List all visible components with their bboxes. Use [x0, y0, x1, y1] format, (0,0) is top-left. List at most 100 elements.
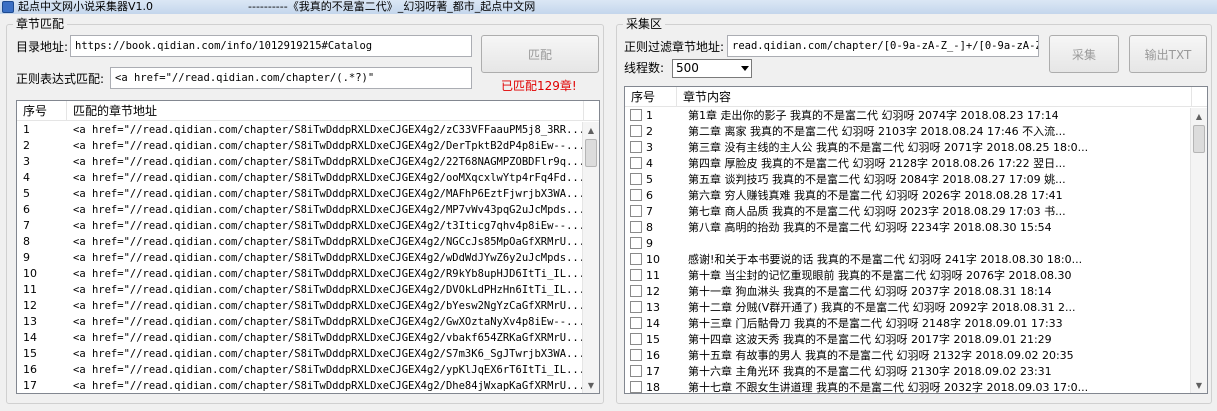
row-checkbox[interactable]: [630, 285, 642, 297]
table-row[interactable]: 17 第十六章 主角光环 我真的不是富二代 幻羽呀 2130字 2018.09.0…: [625, 364, 1190, 380]
row-chapter-url: <a href="//read.qidian.com/chapter/S8iTw…: [73, 204, 582, 216]
table-row[interactable]: 3 第三章 没有主线的主人公 我真的不是富二代 幻羽呀 2071字 2018.08…: [625, 140, 1190, 156]
row-checkbox[interactable]: [630, 365, 642, 377]
collected-list-scrollbar[interactable]: ▲ ▼: [1190, 108, 1207, 393]
row-checkbox[interactable]: [630, 189, 642, 201]
table-row[interactable]: 6 第六章 穷人赚钱真难 我真的不是富二代 幻羽呀 2026字 2018.08.2…: [625, 188, 1190, 204]
table-row[interactable]: 15 <a href="//read.qidian.com/chapter/S8i…: [17, 346, 582, 362]
table-row[interactable]: 11 第十章 当尘封的记忆重现眼前 我真的不是富二代 幻羽呀 2076字 2018…: [625, 268, 1190, 284]
table-row[interactable]: 15 第十四章 这波天秀 我真的不是富二代 幻羽呀 2017字 2018.09.0…: [625, 332, 1190, 348]
table-row[interactable]: 13 第十二章 分贼(V群开通了) 我真的不是富二代 幻羽呀 2092字 2018…: [625, 300, 1190, 316]
row-index: 14: [23, 331, 37, 344]
matched-list-body: 1 <a href="//read.qidian.com/chapter/S8iT…: [17, 122, 582, 393]
matched-list-scrollbar[interactable]: ▲ ▼: [582, 122, 599, 393]
table-row[interactable]: 1 第1章 走出你的影子 我真的不是富二代 幻羽呀 2074字 2018.08.2…: [625, 108, 1190, 124]
collected-chapters-list[interactable]: 序号 章节内容 1 第1章 走出你的影子 我真的不是富二代 幻羽呀 2074字 2…: [624, 86, 1208, 394]
table-row[interactable]: 9: [625, 236, 1190, 252]
row-checkbox[interactable]: [630, 221, 642, 233]
table-row[interactable]: 3 <a href="//read.qidian.com/chapter/S8iT…: [17, 154, 582, 170]
table-row[interactable]: 13 <a href="//read.qidian.com/chapter/S8i…: [17, 314, 582, 330]
scroll-up-arrow-icon[interactable]: ▲: [583, 122, 599, 138]
matched-chapters-list[interactable]: 序号 匹配的章节地址 1 <a href="//read.qidian.com/c…: [16, 100, 600, 394]
row-index: 5: [23, 187, 30, 200]
table-row[interactable]: 4 <a href="//read.qidian.com/chapter/S8iT…: [17, 170, 582, 186]
table-row[interactable]: 14 <a href="//read.qidian.com/chapter/S8i…: [17, 330, 582, 346]
table-row[interactable]: 5 第五章 谈判技巧 我真的不是富二代 幻羽呀 2084字 2018.08.27 …: [625, 172, 1190, 188]
row-chapter-content: 第三章 没有主线的主人公 我真的不是富二代 幻羽呀 2071字 2018.08.…: [688, 141, 1089, 154]
scroll-thumb[interactable]: [1193, 125, 1205, 153]
table-row[interactable]: 6 <a href="//read.qidian.com/chapter/S8iT…: [17, 202, 582, 218]
row-index: 10: [23, 267, 37, 280]
row-checkbox[interactable]: [630, 109, 642, 121]
table-row[interactable]: 2 <a href="//read.qidian.com/chapter/S8iT…: [17, 138, 582, 154]
row-chapter-content: 第十五章 有故事的男人 我真的不是富二代 幻羽呀 2132字 2018.09.0…: [688, 349, 1074, 362]
row-index: 12: [23, 299, 37, 312]
table-row[interactable]: 7 第七章 商人品质 我真的不是富二代 幻羽呀 2023字 2018.08.29 …: [625, 204, 1190, 220]
collect-button[interactable]: 采集: [1049, 35, 1119, 73]
row-index-cell: 15: [630, 332, 676, 348]
scroll-down-arrow-icon[interactable]: ▼: [1191, 377, 1207, 393]
table-row[interactable]: 5 <a href="//read.qidian.com/chapter/S8iT…: [17, 186, 582, 202]
table-row[interactable]: 18 第十七章 不跟女生讲道理 我真的不是富二代 幻羽呀 2032字 2018.0…: [625, 380, 1190, 393]
row-index: 15: [646, 333, 660, 346]
chevron-down-icon: [741, 66, 749, 71]
scroll-down-arrow-icon[interactable]: ▼: [583, 377, 599, 393]
table-row[interactable]: 12 <a href="//read.qidian.com/chapter/S8i…: [17, 298, 582, 314]
row-chapter-url: <a href="//read.qidian.com/chapter/S8iTw…: [73, 332, 582, 344]
table-row[interactable]: 2 第二章 离家 我真的不是富二代 幻羽呀 2103字 2018.08.24 17…: [625, 124, 1190, 140]
column-header-index[interactable]: 序号: [17, 101, 67, 121]
row-checkbox[interactable]: [630, 237, 642, 249]
table-row[interactable]: 11 <a href="//read.qidian.com/chapter/S8i…: [17, 282, 582, 298]
row-chapter-url: <a href="//read.qidian.com/chapter/S8iTw…: [73, 236, 582, 248]
row-checkbox[interactable]: [630, 317, 642, 329]
row-chapter-content: 第七章 商人品质 我真的不是富二代 幻羽呀 2023字 2018.08.29 1…: [688, 205, 1066, 218]
table-row[interactable]: 10 <a href="//read.qidian.com/chapter/S8i…: [17, 266, 582, 282]
row-index: 15: [23, 347, 37, 360]
table-row[interactable]: 17 <a href="//read.qidian.com/chapter/S8i…: [17, 378, 582, 393]
row-index: 18: [646, 381, 660, 393]
column-header-index[interactable]: 序号: [625, 87, 677, 107]
row-checkbox[interactable]: [630, 125, 642, 137]
row-checkbox[interactable]: [630, 253, 642, 265]
row-index: 13: [23, 315, 37, 328]
scroll-thumb[interactable]: [585, 139, 597, 167]
row-checkbox[interactable]: [630, 141, 642, 153]
table-row[interactable]: 1 <a href="//read.qidian.com/chapter/S8iT…: [17, 122, 582, 138]
table-row[interactable]: 8 <a href="//read.qidian.com/chapter/S8iT…: [17, 234, 582, 250]
row-index: 2: [646, 125, 653, 138]
row-checkbox[interactable]: [630, 157, 642, 169]
table-row[interactable]: 16 <a href="//read.qidian.com/chapter/S8i…: [17, 362, 582, 378]
table-row[interactable]: 8 第八章 高明的抬劲 我真的不是富二代 幻羽呀 2234字 2018.08.30…: [625, 220, 1190, 236]
row-checkbox[interactable]: [630, 381, 642, 393]
filter-regex-input[interactable]: read.qidian.com/chapter/[0-9a-zA-Z_-]+/[…: [727, 35, 1039, 57]
row-index-cell: 3: [630, 140, 676, 156]
table-row[interactable]: 12 第十一章 狗血淋头 我真的不是富二代 幻羽呀 2037字 2018.08.3…: [625, 284, 1190, 300]
column-header-url[interactable]: 匹配的章节地址: [67, 101, 584, 121]
table-row[interactable]: 7 <a href="//read.qidian.com/chapter/S8iT…: [17, 218, 582, 234]
match-button[interactable]: 匹配: [481, 35, 599, 73]
export-txt-button[interactable]: 输出TXT: [1129, 35, 1207, 73]
table-row[interactable]: 16 第十五章 有故事的男人 我真的不是富二代 幻羽呀 2132字 2018.09…: [625, 348, 1190, 364]
row-chapter-content: 第二章 离家 我真的不是富二代 幻羽呀 2103字 2018.08.24 17:…: [688, 125, 1066, 138]
row-chapter-url: <a href="//read.qidian.com/chapter/S8iTw…: [73, 172, 582, 184]
regex-input[interactable]: <a href="//read.qidian.com/chapter/(.*?)…: [110, 67, 472, 89]
table-row[interactable]: 4 第四章 厚脸皮 我真的不是富二代 幻羽呀 2128字 2018.08.26 1…: [625, 156, 1190, 172]
threads-select[interactable]: 500: [672, 59, 752, 78]
row-chapter-url: <a href="//read.qidian.com/chapter/S8iTw…: [73, 348, 582, 360]
table-row[interactable]: 9 <a href="//read.qidian.com/chapter/S8iT…: [17, 250, 582, 266]
row-checkbox[interactable]: [630, 349, 642, 361]
row-checkbox[interactable]: [630, 269, 642, 281]
row-chapter-content: 第五章 谈判技巧 我真的不是富二代 幻羽呀 2084字 2018.08.27 1…: [688, 173, 1066, 186]
row-checkbox[interactable]: [630, 301, 642, 313]
row-checkbox[interactable]: [630, 205, 642, 217]
scroll-up-arrow-icon[interactable]: ▲: [1191, 108, 1207, 124]
catalog-url-input[interactable]: https://book.qidian.com/info/1012919215#…: [70, 35, 472, 57]
table-row[interactable]: 10 感谢!和关于本书要说的话 我真的不是富二代 幻羽呀 241字 2018.08…: [625, 252, 1190, 268]
column-header-content[interactable]: 章节内容: [677, 87, 1192, 107]
row-index: 17: [646, 365, 660, 378]
row-checkbox[interactable]: [630, 333, 642, 345]
table-row[interactable]: 14 第十三章 门后骷骨刀 我真的不是富二代 幻羽呀 2148字 2018.09.…: [625, 316, 1190, 332]
row-chapter-content: 第十六章 主角光环 我真的不是富二代 幻羽呀 2130字 2018.09.02 …: [688, 365, 1052, 378]
row-index: 12: [646, 285, 660, 298]
row-checkbox[interactable]: [630, 173, 642, 185]
